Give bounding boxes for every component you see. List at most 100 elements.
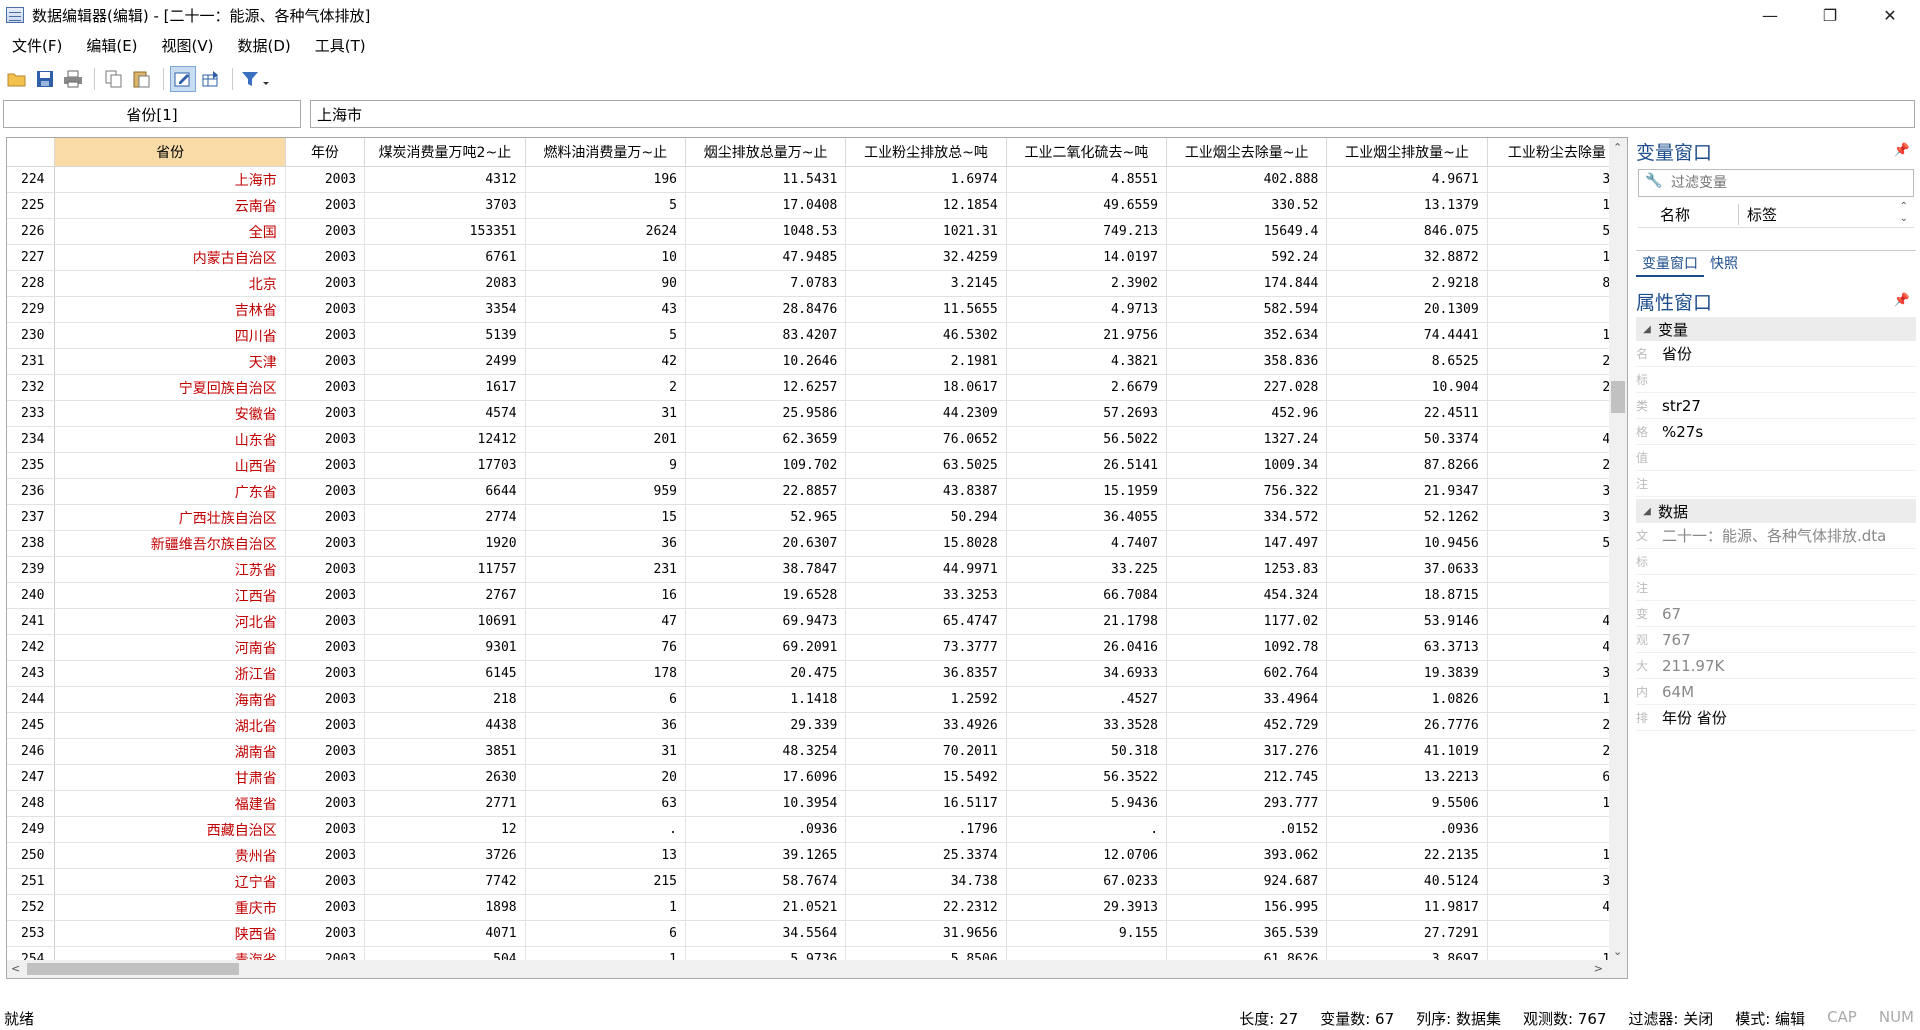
data-cell[interactable]: 34 [1487, 166, 1627, 193]
data-cell[interactable]: 2003 [285, 738, 366, 765]
row-number[interactable]: 231 [7, 348, 56, 375]
col-name-header[interactable]: 名称 [1660, 203, 1739, 225]
data-cell[interactable]: 44.2309 [845, 400, 1007, 427]
data-cell[interactable]: 2003 [285, 322, 366, 349]
data-cell[interactable]: 2771 [364, 790, 526, 817]
data-cell[interactable]: 2499 [364, 348, 526, 375]
data-cell[interactable]: 37 [1487, 868, 1627, 895]
data-cell[interactable]: 云南省 [54, 192, 286, 219]
data-cell[interactable]: 27.7291 [1326, 920, 1488, 947]
data-cell[interactable]: 2003 [285, 400, 366, 427]
data-cell[interactable]: 33.3253 [845, 582, 1007, 609]
data-cell[interactable]: 宁夏回族自治区 [54, 374, 286, 401]
data-cell[interactable]: 16 [1487, 686, 1627, 713]
data-cell[interactable]: 2003 [285, 504, 366, 531]
property-row[interactable]: 注 [1636, 471, 1916, 497]
data-cell[interactable]: 352.634 [1166, 322, 1328, 349]
data-cell[interactable]: 内蒙古自治区 [54, 244, 286, 271]
data-cell[interactable]: 40 [1487, 634, 1627, 661]
data-cell[interactable]: 2003 [285, 894, 366, 921]
data-cell[interactable]: 90 [525, 270, 686, 297]
menu-data[interactable]: 数据(D) [226, 35, 303, 56]
vertical-scrollbar[interactable]: ⌃ ⌄ [1609, 138, 1627, 978]
data-cell[interactable]: 河北省 [54, 608, 286, 635]
data-cell[interactable]: 2.9218 [1326, 270, 1488, 297]
data-cell[interactable]: 34.738 [845, 868, 1007, 895]
data-cell[interactable]: 56.3522 [1006, 764, 1168, 791]
data-cell[interactable]: 65.4747 [845, 608, 1007, 635]
data-cell[interactable]: 福建省 [54, 790, 286, 817]
row-number[interactable]: 251 [7, 868, 56, 895]
collapse-icon[interactable]: ◢ [1636, 324, 1658, 335]
menu-tools[interactable]: 工具(T) [303, 35, 378, 56]
data-cell[interactable]: 4438 [364, 712, 526, 739]
menu-file[interactable]: 文件(F) [0, 35, 74, 56]
copy-icon[interactable] [101, 66, 127, 92]
data-cell[interactable]: 1.1418 [685, 686, 847, 713]
collapse-icon[interactable]: ◢ [1636, 506, 1658, 517]
data-cell[interactable]: 26.5141 [1006, 452, 1168, 479]
data-cell[interactable]: 2 [1487, 296, 1627, 323]
data-cell[interactable]: 83.4207 [685, 322, 847, 349]
data-cell[interactable]: 334.572 [1166, 504, 1328, 531]
row-number[interactable]: 253 [7, 920, 56, 947]
data-cell[interactable]: 20.475 [685, 660, 847, 687]
data-cell[interactable]: 7.0783 [685, 270, 847, 297]
data-cell[interactable]: 4.9671 [1326, 166, 1488, 193]
scroll-down-icon[interactable]: ⌄ [1613, 945, 1622, 958]
data-cell[interactable]: 153351 [364, 218, 526, 245]
property-row[interactable]: 类 str27 [1636, 393, 1916, 419]
row-number[interactable]: 237 [7, 504, 56, 531]
data-cell[interactable]: 924.687 [1166, 868, 1328, 895]
data-cell[interactable]: 1617 [364, 374, 526, 401]
data-cell[interactable]: 9 [525, 452, 686, 479]
data-cell[interactable]: 13.1379 [1326, 192, 1488, 219]
data-cell[interactable]: 293.777 [1166, 790, 1328, 817]
data-cell[interactable]: 2083 [364, 270, 526, 297]
data-cell[interactable]: 58 [1487, 530, 1627, 557]
data-cell[interactable]: 3851 [364, 738, 526, 765]
data-cell[interactable]: 13 [1487, 192, 1627, 219]
tab-variables[interactable]: 变量窗口 [1636, 251, 1704, 277]
data-cell[interactable]: 42 [525, 348, 686, 375]
row-number[interactable]: 228 [7, 270, 56, 297]
data-cell[interactable]: 36 [525, 530, 686, 557]
data-cell[interactable]: 22.2312 [845, 894, 1007, 921]
data-cell[interactable]: 52.1262 [1326, 504, 1488, 531]
data-cell[interactable]: 1.6974 [845, 166, 1007, 193]
data-cell[interactable]: 38.7847 [685, 556, 847, 583]
data-cell[interactable]: 49 [1487, 426, 1627, 453]
data-cell[interactable]: 31 [525, 400, 686, 427]
data-cell[interactable]: 21.9347 [1326, 478, 1488, 505]
row-number[interactable]: 238 [7, 530, 56, 557]
data-cell[interactable]: 76 [525, 634, 686, 661]
data-cell[interactable]: 365.539 [1166, 920, 1328, 947]
data-cell[interactable]: 江苏省 [54, 556, 286, 583]
property-row[interactable]: 格 %27s [1636, 419, 1916, 445]
data-cell[interactable]: 34.6933 [1006, 660, 1168, 687]
row-number[interactable]: 244 [7, 686, 56, 713]
variable-list[interactable] [1636, 228, 1916, 244]
data-cell[interactable]: 76.0652 [845, 426, 1007, 453]
data-cell[interactable]: 22.2135 [1326, 842, 1488, 869]
data-cell[interactable]: 12.6257 [685, 374, 847, 401]
data-cell[interactable]: 40.5124 [1326, 868, 1488, 895]
data-cell[interactable]: 北京 [54, 270, 286, 297]
row-number[interactable]: 229 [7, 296, 56, 323]
data-cell[interactable]: 2003 [285, 556, 366, 583]
data-cell[interactable]: 28 [1487, 452, 1627, 479]
data-cell[interactable]: 甘肃省 [54, 764, 286, 791]
data-cell[interactable]: 河南省 [54, 634, 286, 661]
scroll-left-icon[interactable]: < [11, 962, 20, 975]
data-cell[interactable]: 13.2213 [1326, 764, 1488, 791]
properties-section-variable[interactable]: ◢ 变量 [1636, 317, 1916, 341]
data-cell[interactable]: 16.5117 [845, 790, 1007, 817]
data-cell[interactable]: 2003 [285, 608, 366, 635]
data-cell[interactable]: 109.702 [685, 452, 847, 479]
data-cell[interactable]: 山西省 [54, 452, 286, 479]
data-cell[interactable]: 88 [1487, 270, 1627, 297]
data-cell[interactable]: 454.324 [1166, 582, 1328, 609]
data-cell[interactable]: 2.3902 [1006, 270, 1168, 297]
data-cell[interactable]: 30 [1487, 478, 1627, 505]
data-cell[interactable]: 582.594 [1166, 296, 1328, 323]
